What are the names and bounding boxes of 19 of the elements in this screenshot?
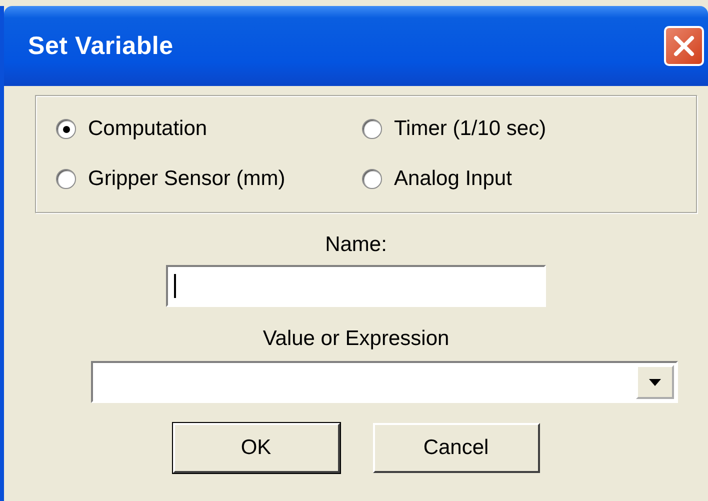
radio-button[interactable] [56,169,76,189]
close-button[interactable] [664,26,704,66]
radio-button[interactable] [56,119,76,139]
dialog-button[interactable]: OK [172,423,340,473]
radio-option[interactable]: Computation [56,117,208,141]
field-label: Value or Expression [262,327,450,351]
caret-icon [649,378,661,386]
close-icon [672,34,696,58]
name-field[interactable] [166,265,546,307]
dropdown-button[interactable] [636,365,674,399]
radio-option[interactable]: Timer (1/10 sec) [362,117,546,141]
radio-option[interactable]: Gripper Sensor (mm) [56,167,286,191]
field-label: Name: [325,233,387,257]
radio-button[interactable] [362,169,382,189]
expression-combobox[interactable] [91,361,678,403]
radio-button[interactable] [362,119,382,139]
radio-option[interactable]: Analog Input [362,167,512,191]
dialog-button[interactable]: Cancel [372,423,540,473]
window-title: Set Variable [28,32,174,60]
